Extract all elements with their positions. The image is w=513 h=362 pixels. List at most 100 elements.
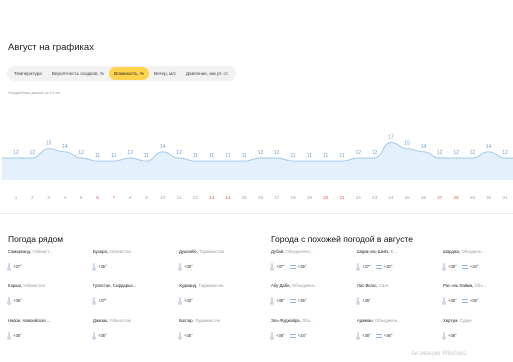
- city-card[interactable]: Эль-Фуджайра, Объ... +36° +34°: [270, 318, 351, 340]
- city-card[interactable]: Бухара, Узбекистан +35°: [92, 249, 173, 271]
- city-name-text: Навои, Навоийская ...: [8, 318, 51, 323]
- day-label: 20: [323, 195, 329, 200]
- city-card[interactable]: Шарм-эль-Шейх, Е... +37° +30°: [356, 249, 437, 271]
- city-country: Таджикистан: [198, 283, 224, 288]
- city-card[interactable]: Аджман, Объединен... +38° +36°: [356, 318, 437, 340]
- value-label: 11: [144, 153, 149, 159]
- air-temperature: +36°: [448, 264, 457, 269]
- city-name[interactable]: Шарджа, Объедине...: [443, 249, 513, 254]
- air-temperature: +37°: [98, 298, 107, 303]
- day-label: 19: [307, 195, 313, 200]
- city-values: +37° +36°: [270, 263, 351, 271]
- city-name[interactable]: Бохтар, Таджикистан: [179, 318, 259, 323]
- city-name[interactable]: Душанбе, Таджикистан: [179, 249, 259, 254]
- city-name-text: Хартум,: [443, 318, 459, 323]
- city-name[interactable]: Худжанд, Таджикистан: [179, 283, 259, 288]
- city-card[interactable]: Хартум, Судан +36°: [442, 318, 513, 340]
- air-temperature: +36°: [13, 298, 22, 303]
- city-values: +37° +30°: [356, 263, 437, 271]
- city-name-text: Абу-Даби,: [271, 283, 291, 288]
- value-label: 11: [290, 153, 295, 159]
- city-values: +35°: [92, 332, 173, 340]
- city-name[interactable]: Хартум, Судан: [443, 318, 513, 323]
- city-name[interactable]: Дубай, Объединенн...: [271, 249, 351, 254]
- day-label: 2: [31, 195, 34, 200]
- day-label: 18: [291, 195, 297, 200]
- city-name-text: Бохтар,: [179, 318, 194, 323]
- city-card[interactable]: Шарджа, Объедине... +36° +34°: [442, 249, 513, 271]
- air-temperature: +38°: [276, 298, 285, 303]
- city-card[interactable]: Карши, Узбекистан +36°: [7, 283, 88, 305]
- city-name[interactable]: Карши, Узбекистан: [8, 283, 88, 288]
- tab-precipitation[interactable]: Вероятность осадков, %: [47, 67, 109, 80]
- value-label: 12: [127, 150, 133, 156]
- city-name-text: Дубай,: [271, 249, 285, 254]
- city-name-text: Эль-Фуджайра,: [271, 318, 301, 323]
- city-name[interactable]: Лас-Вегас, США: [357, 283, 437, 288]
- city-card[interactable]: Гулистан, Сырдарьи... +37°: [92, 283, 173, 305]
- city-name[interactable]: Шарм-эль-Шейх, Е...: [357, 249, 437, 254]
- city-values: +38° +35°: [270, 297, 351, 305]
- value-label: 15: [46, 141, 52, 147]
- day-label: 21: [339, 195, 345, 200]
- city-country: Объ...: [474, 283, 487, 288]
- city-name[interactable]: Аджман, Объединен...: [357, 318, 437, 323]
- day-label: 22: [356, 195, 362, 200]
- day-label: 25: [405, 195, 411, 200]
- value-label: 14: [62, 144, 68, 150]
- water-icon: [289, 298, 296, 303]
- air-temperature: +36°: [276, 333, 285, 338]
- value-label: 11: [242, 153, 247, 159]
- water-temperature: +36°: [297, 264, 307, 269]
- city-country: Объ...: [301, 318, 314, 323]
- city-values: +37°: [92, 297, 173, 305]
- city-name[interactable]: Абу-Даби, Объединен...: [271, 283, 351, 288]
- city-card[interactable]: Лас-Вегас, США +36°: [356, 283, 437, 305]
- city-name[interactable]: Гулистан, Сырдарьи...: [93, 283, 173, 288]
- city-card[interactable]: Дубай, Объединенн... +37° +36°: [270, 249, 351, 271]
- city-name[interactable]: Навои, Навоийская ...: [8, 318, 88, 323]
- city-values: +38° +36°: [356, 332, 437, 340]
- tab-humidity[interactable]: Влажность, %: [109, 67, 149, 80]
- section-divider: [0, 213, 513, 214]
- city-card[interactable]: Джизак, Узбекистан +35°: [92, 318, 173, 340]
- city-card[interactable]: Самарканд, Узбекист... +37°: [7, 249, 88, 271]
- air-temperature: +33°: [184, 298, 193, 303]
- air-temperature: +36°: [448, 298, 457, 303]
- day-label: 3: [47, 195, 50, 200]
- day-label: 27: [437, 195, 443, 200]
- thermometer-icon: [442, 263, 446, 271]
- city-card[interactable]: Душанбе, Таджикистан +36°: [178, 249, 259, 271]
- city-values: +36° +34°: [270, 332, 351, 340]
- tab-wind[interactable]: Ветер, м/с: [149, 67, 181, 80]
- day-label: 13: [209, 195, 215, 200]
- value-label: 12: [30, 150, 36, 156]
- city-name[interactable]: Бухара, Узбекистан: [93, 249, 173, 254]
- air-temperature: +35°: [98, 264, 107, 269]
- city-card[interactable]: Абу-Даби, Объединен... +38° +35°: [270, 283, 351, 305]
- city-card[interactable]: Рас-эль-Хайма, Объ... +36° +35°: [442, 283, 513, 305]
- value-label: 14: [421, 144, 427, 150]
- day-label: 6: [96, 195, 99, 200]
- city-card[interactable]: Навои, Навоийская ... +35°: [7, 318, 88, 340]
- city-card[interactable]: Худжанд, Таджикистан +33°: [178, 283, 259, 305]
- city-name-text: Самарканд,: [8, 249, 32, 254]
- value-label: 12: [470, 150, 476, 156]
- thermometer-icon: [7, 297, 11, 305]
- city-name[interactable]: Эль-Фуджайра, Объ...: [271, 318, 351, 323]
- city-name[interactable]: Рас-эль-Хайма, Объ...: [443, 283, 513, 288]
- metric-tabs: Температура Вероятность осадков, % Влажн…: [7, 66, 236, 81]
- city-name-text: Шарджа,: [443, 249, 461, 254]
- air-temperature: +35°: [13, 333, 22, 338]
- tab-temperature[interactable]: Температура: [9, 67, 47, 80]
- city-card[interactable]: Бохтар, Таджикистан +35°: [178, 318, 259, 340]
- tab-pressure[interactable]: Давление, мм рт. ст.: [181, 67, 234, 80]
- value-label: 11: [95, 153, 100, 159]
- city-name[interactable]: Самарканд, Узбекист...: [8, 249, 88, 254]
- thermometer-icon: [356, 332, 360, 340]
- city-name-text: Худжанд,: [179, 283, 198, 288]
- city-name[interactable]: Джизак, Узбекистан: [93, 318, 173, 323]
- city-values: +35°: [92, 263, 173, 271]
- humidity-area: [2, 142, 513, 180]
- water-icon: [289, 264, 296, 269]
